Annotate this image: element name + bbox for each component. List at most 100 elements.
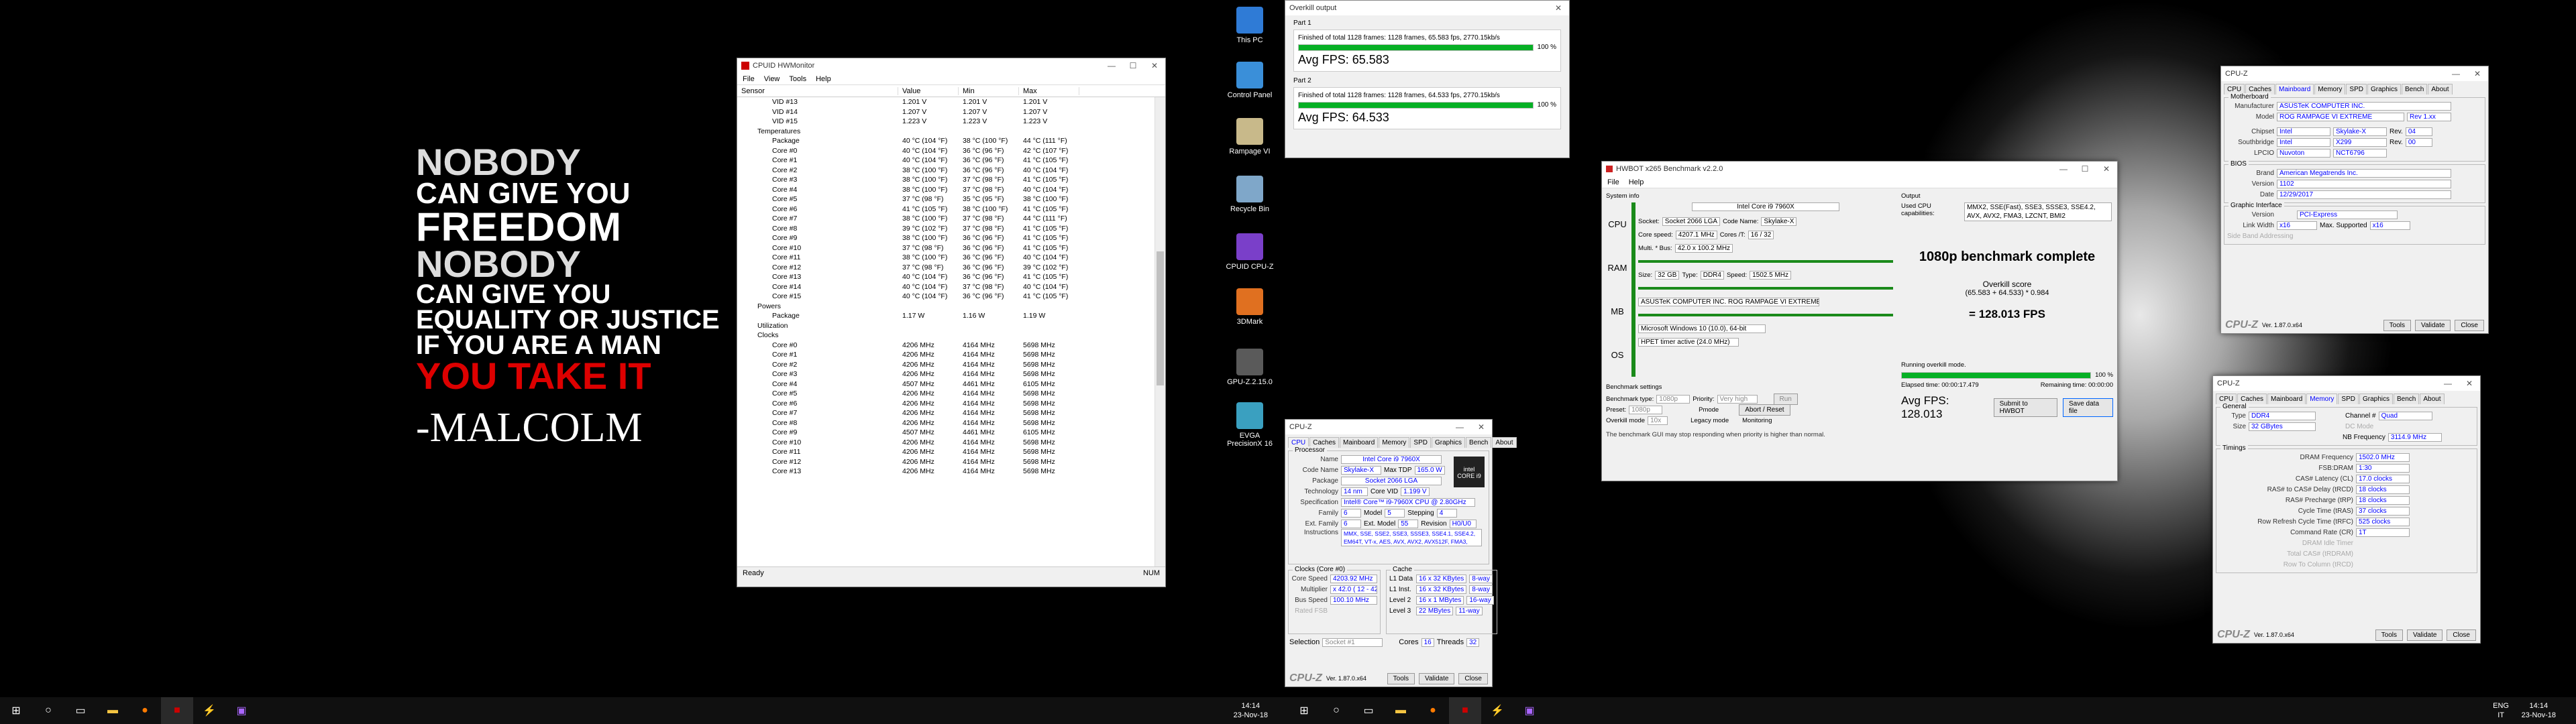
title-bar[interactable]: CPU-Z — ✕ (2213, 376, 2480, 391)
cpuz-task-icon[interactable]: ▣ (1513, 697, 1546, 724)
close-icon[interactable]: ✕ (1144, 61, 1165, 70)
scroll-thumb[interactable] (1157, 251, 1164, 385)
overkill-mode-checkbox[interactable]: Overkill mode (1606, 417, 1645, 424)
maximize-icon[interactable]: ☐ (1122, 61, 1144, 70)
desktop-icon[interactable]: CPUID CPU-Z (1226, 233, 1274, 271)
socket-select[interactable]: Socket #1 (1322, 638, 1383, 647)
sensor-row[interactable]: Core #12 4206 MHz 4164 MHz 5698 MHz (737, 457, 1165, 467)
btype-select[interactable]: 1080p (1656, 394, 1690, 404)
submit-to-hwbot-button[interactable]: Submit to HWBOT (1993, 398, 2057, 417)
tab-memory[interactable]: Memory (2314, 84, 2346, 95)
tab-spd[interactable]: SPD (1410, 437, 1431, 448)
sensor-row[interactable]: Core #12 37 °C (98 °F) 36 °C (96 °F) 39 °C … (737, 263, 1165, 273)
sensor-row[interactable]: Core #9 38 °C (100 °F) 36 °C (96 °F) 41 °C … (737, 233, 1165, 243)
hwbot-task-icon[interactable]: ⚡ (193, 697, 225, 724)
sensor-row[interactable]: Core #3 4206 MHz 4164 MHz 5698 MHz (737, 369, 1165, 379)
tab-graphics[interactable]: Graphics (1431, 437, 1465, 448)
sensor-row[interactable]: Core #0 40 °C (104 °F) 36 °C (96 °F) 42 °C … (737, 146, 1165, 156)
search-icon[interactable]: ○ (32, 697, 64, 724)
sensor-row[interactable]: Core #2 38 °C (100 °F) 36 °C (96 °F) 40 °C … (737, 166, 1165, 176)
sensor-row[interactable]: Core #13 40 °C (104 °F) 36 °C (96 °F) 41 °C… (737, 272, 1165, 282)
legacy-mode-checkbox[interactable]: Legacy mode (1690, 417, 1729, 424)
hwbot-task-icon[interactable]: ⚡ (1481, 697, 1513, 724)
sensor-row[interactable]: Package 1.17 W 1.16 W 1.19 W (737, 311, 1165, 321)
sensor-row[interactable]: Core #7 38 °C (100 °F) 37 °C (98 °F) 44 °C … (737, 214, 1165, 224)
search-icon[interactable]: ○ (1320, 697, 1352, 724)
close-icon[interactable]: ✕ (2467, 69, 2488, 78)
sensor-group-row[interactable]: Clocks (737, 330, 1165, 341)
sensor-row[interactable]: Core #2 4206 MHz 4164 MHz 5698 MHz (737, 360, 1165, 370)
col-max[interactable]: Max (1019, 86, 1079, 95)
tab-graphics[interactable]: Graphics (2367, 84, 2401, 95)
menu-help[interactable]: Help (1629, 178, 1644, 186)
sensor-row[interactable]: Core #8 39 °C (102 °F) 37 °C (98 °F) 41 °C … (737, 224, 1165, 234)
explorer-icon[interactable]: ▬ (1385, 697, 1417, 724)
desktop-icon[interactable]: GPU-Z.2.15.0 (1226, 349, 1274, 386)
close-icon[interactable]: ✕ (2459, 379, 2480, 388)
close-icon[interactable]: ✕ (1470, 422, 1492, 432)
overkill-count-select[interactable]: 10x (1648, 416, 1668, 425)
tab-bench[interactable]: Bench (2402, 84, 2428, 95)
validate-button[interactable]: Validate (2407, 629, 2443, 641)
minimize-icon[interactable]: — (2437, 379, 2459, 388)
close-button[interactable]: Close (2447, 629, 2476, 641)
title-bar[interactable]: CPUID HWMonitor — ☐ ✕ (737, 58, 1165, 73)
tab-mainboard[interactable]: Mainboard (1340, 437, 1379, 448)
title-bar[interactable]: CPU-Z — ✕ (1285, 420, 1492, 434)
pmode-checkbox[interactable]: Pmode (1699, 406, 1719, 414)
sensor-row[interactable]: Core #6 41 °C (105 °F) 38 °C (100 °F) 41 °C… (737, 204, 1165, 215)
tab-bench[interactable]: Bench (2394, 394, 2420, 404)
taskbar-clock[interactable]: 14:14 23-Nov-18 (1234, 701, 1268, 720)
desktop-icon[interactable]: 3DMark (1226, 288, 1274, 326)
sensor-row[interactable]: Core #7 4206 MHz 4164 MHz 5698 MHz (737, 408, 1165, 418)
tray-language[interactable]: ENG IT (2493, 701, 2509, 720)
menu-tools[interactable]: Tools (789, 75, 806, 83)
sensor-row[interactable]: Core #9 4507 MHz 4461 MHz 6105 MHz (737, 428, 1165, 438)
sensor-row[interactable]: Package 40 °C (104 °F) 38 °C (100 °F) 44 °C… (737, 136, 1165, 146)
firefox-icon[interactable]: ● (1417, 697, 1449, 724)
tab-graphics[interactable]: Graphics (2359, 394, 2393, 404)
menu-view[interactable]: View (764, 75, 780, 83)
tab-memory[interactable]: Memory (1379, 437, 1410, 448)
scrollbar[interactable] (1155, 97, 1165, 566)
validate-button[interactable]: Validate (1419, 672, 1455, 684)
sensor-row[interactable]: Core #11 4206 MHz 4164 MHz 5698 MHz (737, 447, 1165, 457)
hwmonitor-task-icon[interactable]: ■ (161, 697, 193, 724)
minimize-icon[interactable]: — (1449, 422, 1470, 432)
task-view-icon[interactable]: ▭ (64, 697, 97, 724)
close-icon[interactable]: ✕ (2096, 164, 2117, 174)
tab-about[interactable]: About (2420, 394, 2445, 404)
hwmonitor-task-icon[interactable]: ■ (1449, 697, 1481, 724)
sensor-row[interactable]: Core #3 38 °C (100 °F) 37 °C (98 °F) 41 °C … (737, 175, 1165, 185)
sensor-row[interactable]: Core #8 4206 MHz 4164 MHz 5698 MHz (737, 418, 1165, 428)
sensor-row[interactable]: VID #15 1.223 V 1.223 V 1.223 V (737, 117, 1165, 127)
col-sensor[interactable]: Sensor (737, 86, 898, 95)
sensor-row[interactable]: Core #5 37 °C (98 °F) 35 °C (95 °F) 38 °C (… (737, 194, 1165, 204)
start-icon[interactable]: ⊞ (0, 697, 32, 724)
monitoring-checkbox[interactable]: Monitoring (1742, 417, 1772, 424)
close-button[interactable]: Close (1458, 672, 1488, 684)
tab-spd[interactable]: SPD (2338, 394, 2359, 404)
tab-about[interactable]: About (2428, 84, 2453, 95)
start-icon[interactable]: ⊞ (1288, 697, 1320, 724)
desktop-icon[interactable]: Control Panel (1226, 62, 1274, 99)
minimize-icon[interactable]: — (1101, 61, 1122, 70)
sensor-tree[interactable]: VID #13 1.201 V 1.201 V 1.201 V VID #14 1.207… (737, 97, 1165, 566)
sensor-row[interactable]: Core #0 4206 MHz 4164 MHz 5698 MHz (737, 341, 1165, 351)
tools-button[interactable]: Tools (2375, 629, 2404, 641)
taskbar-clock[interactable]: 14:14 23-Nov-18 (2522, 701, 2556, 720)
sensor-row[interactable]: Core #11 38 °C (100 °F) 36 °C (96 °F) 40 °C… (737, 253, 1165, 263)
sensor-group-row[interactable]: Temperatures (737, 127, 1165, 137)
close-button[interactable]: Close (2455, 319, 2484, 331)
task-view-icon[interactable]: ▭ (1352, 697, 1385, 724)
minimize-icon[interactable]: — (2053, 164, 2074, 174)
maximize-icon[interactable]: ☐ (2074, 164, 2096, 174)
desktop-icon[interactable]: Recycle Bin (1226, 176, 1274, 213)
tab-mainboard[interactable]: Mainboard (2275, 84, 2314, 95)
sensor-row[interactable]: VID #14 1.207 V 1.207 V 1.207 V (737, 107, 1165, 117)
title-bar[interactable]: HWBOT x265 Benchmark v2.2.0 — ☐ ✕ (1602, 162, 2117, 176)
sensor-row[interactable]: Core #1 4206 MHz 4164 MHz 5698 MHz (737, 350, 1165, 360)
desktop-icon[interactable]: This PC (1226, 7, 1274, 44)
sensor-row[interactable]: Core #1 40 °C (104 °F) 36 °C (96 °F) 41 °C … (737, 156, 1165, 166)
title-bar[interactable]: CPU-Z — ✕ (2221, 66, 2488, 81)
